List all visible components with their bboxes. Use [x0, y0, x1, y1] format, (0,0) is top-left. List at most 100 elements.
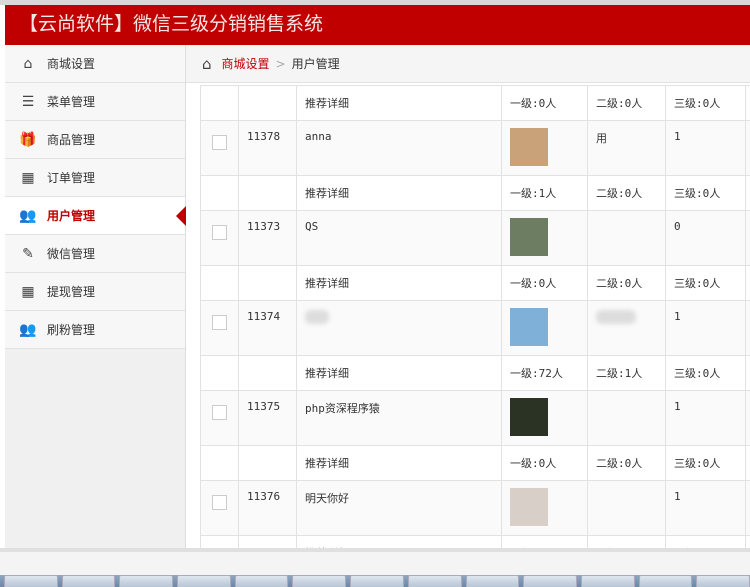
user-status: 1 [665, 480, 746, 536]
sidebar-item[interactable]: ☰ 菜单管理 [5, 83, 185, 121]
user-id: 11373 [238, 210, 297, 266]
table-row: 推荐详细 一级:72人 二级:1人 三级:0人 [200, 355, 750, 391]
detail-link[interactable]: 推荐详细 [296, 355, 502, 391]
status-area [0, 552, 750, 575]
sidebar-item[interactable]: ✎ 微信管理 [5, 235, 185, 273]
calendar-icon: ▦ [21, 169, 35, 186]
user-id: 11374 [238, 300, 297, 356]
home-icon[interactable]: ⌂ [202, 55, 212, 73]
breadcrumb-current: 用户管理 [291, 57, 340, 71]
avatar [510, 128, 548, 166]
users-icon: 👥 [19, 207, 37, 224]
level-count: 三级:0人 [665, 265, 746, 301]
table-row: 推荐详细 一级:0人 二级:0人 三级:0人 [200, 445, 750, 481]
table-row: 11375 php资深程序猿 1 [200, 390, 750, 446]
sidebar: ⌂ 商城设置 ☰ 菜单管理 🎁 商品管理 ▦ 订单管理 👥 用户管理 ✎ 微信管理 ▦ 提现管理 👥 刷粉管理 [5, 45, 186, 548]
level-count: 三级:0人 [665, 535, 746, 548]
sidebar-item-label: 商城设置 [47, 57, 96, 71]
breadcrumb-separator: > [275, 56, 286, 71]
level-count: 一级:1人 [501, 175, 588, 211]
taskbar-button[interactable] [407, 575, 462, 587]
taskbar-button[interactable] [350, 575, 404, 587]
table-row: 推荐详细 一级:0人 二级:0人 三级:0人 [200, 265, 750, 301]
sidebar-item-label: 菜单管理 [47, 95, 96, 109]
avatar [510, 218, 548, 256]
sidebar-item[interactable]: ▦ 订单管理 [5, 159, 185, 197]
level-count: 三级:0人 [665, 445, 746, 481]
blurred-name [305, 310, 329, 324]
user-status: 0 [665, 210, 746, 266]
detail-link[interactable]: 推荐详细 [296, 265, 502, 301]
breadcrumb: ⌂ 商城设置 > 用户管理 [186, 45, 750, 83]
home-icon: ⌂ [23, 55, 33, 72]
user-name: QS [305, 220, 319, 233]
taskbar-button[interactable] [580, 575, 635, 587]
row-checkbox[interactable] [212, 135, 227, 150]
blurred-field [596, 310, 636, 324]
level-count: 一级:0人 [501, 265, 588, 301]
taskbar-button[interactable] [638, 575, 693, 587]
table-row: 推荐详细 一级:0人 二级:0人 三级:0人 [200, 85, 750, 121]
table-row: 11378 anna 用 1 [200, 120, 750, 176]
row-checkbox[interactable] [212, 225, 227, 240]
taskbar-button[interactable] [292, 575, 347, 587]
detail-link[interactable]: 推荐详细 [296, 445, 502, 481]
sidebar-item[interactable]: 👥 用户管理 [5, 197, 186, 235]
level-count: 二级:0人 [587, 85, 666, 121]
gift-icon: 🎁 [19, 131, 37, 148]
sidebar-item-label: 刷粉管理 [47, 323, 96, 337]
user-name: anna [305, 130, 332, 143]
table-row: 推荐详细一级:24人二级:0人三级:0人 [200, 535, 750, 548]
taskbar-button[interactable] [119, 575, 174, 587]
avatar [510, 308, 548, 346]
taskbar-button[interactable] [177, 575, 231, 587]
taskbar-button[interactable] [234, 575, 289, 587]
row-checkbox[interactable] [212, 495, 227, 510]
taskbar-button[interactable] [4, 575, 58, 587]
level-count: 一级:0人 [501, 445, 588, 481]
list-icon: ☰ [21, 93, 35, 110]
taskbar-button[interactable] [523, 575, 577, 587]
level-count: 三级:0人 [665, 175, 746, 211]
level-count: 三级:0人 [665, 85, 746, 121]
table-row: 11376 明天你好 1 [200, 480, 750, 536]
level-count: 二级:0人 [587, 265, 666, 301]
level-count: 二级:0人 [587, 535, 666, 548]
sidebar-item-label: 订单管理 [47, 171, 96, 185]
user-id: 11378 [238, 120, 297, 176]
taskbar-button[interactable] [696, 575, 750, 587]
level-count: 二级:0人 [587, 175, 666, 211]
app-header: 【云尚软件】微信三级分销销售系统 [5, 5, 750, 45]
taskbar-button[interactable] [465, 575, 520, 587]
level-count: 二级:1人 [587, 355, 666, 391]
sidebar-item-label: 提现管理 [47, 285, 96, 299]
detail-link[interactable]: 推荐详细 [296, 85, 502, 121]
sidebar-item[interactable]: ⌂ 商城设置 [5, 45, 185, 83]
user-status: 1 [665, 120, 746, 176]
sidebar-item[interactable]: ▦ 提现管理 [5, 273, 185, 311]
taskbar-button[interactable] [61, 575, 116, 587]
level-count: 一级:0人 [501, 85, 588, 121]
user-table: 推荐详细 一级:0人 二级:0人 三级:0人 11378 anna 用 1 推荐详细 一级… [200, 85, 750, 548]
user-field: 用 [596, 132, 607, 145]
calendar-icon: ▦ [21, 283, 35, 300]
row-checkbox[interactable] [212, 315, 227, 330]
level-count: 一级:24人 [501, 535, 588, 548]
sidebar-item[interactable]: 🎁 商品管理 [5, 121, 185, 159]
breadcrumb-link[interactable]: 商城设置 [222, 55, 270, 72]
user-id: 11375 [238, 390, 297, 446]
sidebar-item-label: 用户管理 [47, 209, 96, 223]
sidebar-item[interactable]: 👥 刷粉管理 [5, 311, 185, 349]
detail-link[interactable]: 推荐详细 [296, 175, 502, 211]
user-name: php资深程序猿 [305, 402, 380, 415]
user-status: 1 [665, 300, 746, 356]
avatar [510, 398, 548, 436]
user-name: 明天你好 [305, 492, 349, 505]
table-row: 11374 1 [200, 300, 750, 356]
user-id: 11376 [238, 480, 297, 536]
user-status: 1 [665, 390, 746, 446]
edit-icon: ✎ [22, 245, 34, 262]
detail-link[interactable]: 推荐详细 [296, 535, 502, 548]
row-checkbox[interactable] [212, 405, 227, 420]
level-count: 一级:72人 [501, 355, 588, 391]
